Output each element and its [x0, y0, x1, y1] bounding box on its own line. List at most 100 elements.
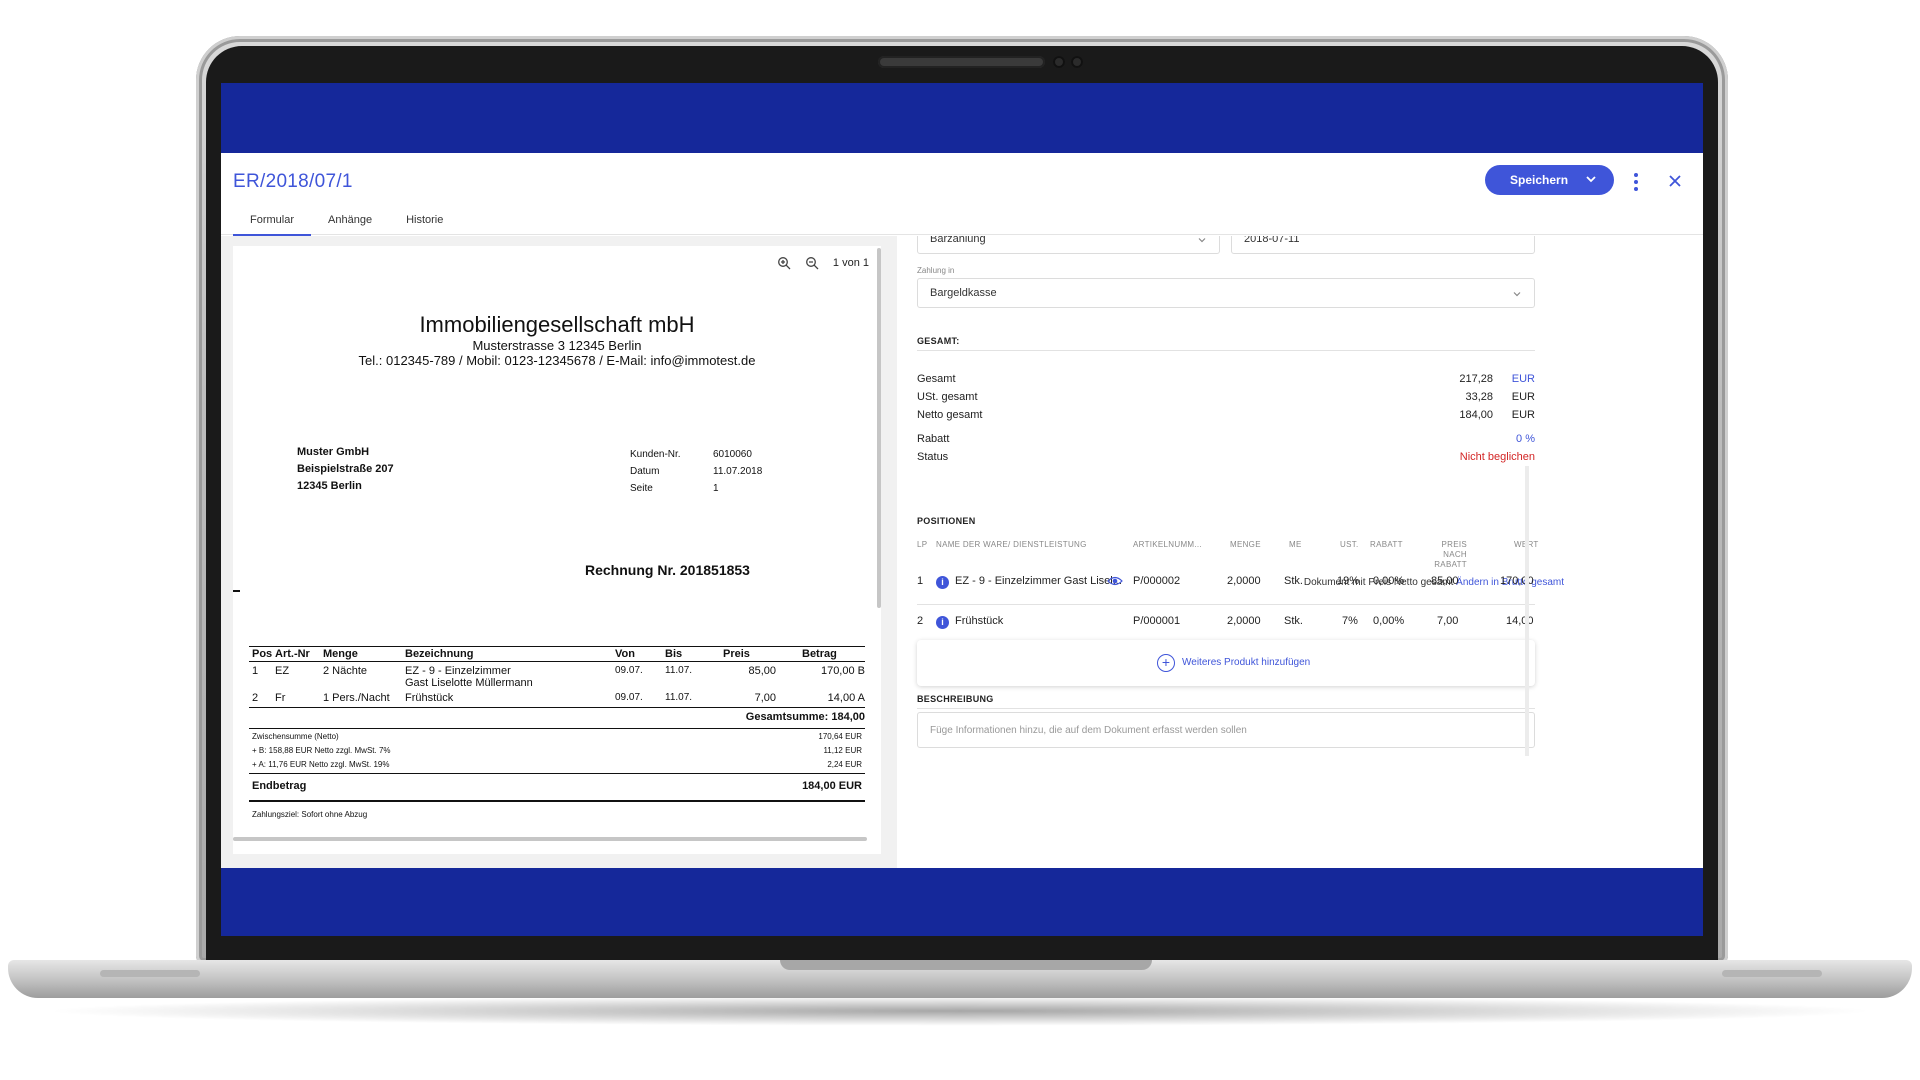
cell-pos: 1: [252, 665, 259, 677]
pos-lp: 1: [917, 575, 924, 587]
subtotal-value: 11,12 EUR: [823, 746, 862, 755]
col-header: Betrag: [802, 648, 837, 660]
col-header: Art.-Nr: [275, 648, 310, 660]
pos-name[interactable]: Frühstück: [955, 615, 1003, 627]
pos-me: Stk.: [1284, 615, 1303, 627]
pos-lp: 2: [917, 615, 924, 627]
subtotal-label: + A: 11,76 EUR Netto zzgl. MwSt. 19%: [252, 760, 390, 769]
camera-bar: [878, 56, 1045, 68]
meta-label: Datum: [630, 466, 660, 477]
endbetrag-row: Endbetrag 184,00 EUR: [249, 773, 865, 802]
subtotal-value: 170,64 EUR: [818, 732, 862, 741]
total-label: Gesamt: [917, 373, 956, 385]
payment-method-select[interactable]: Barzahlung: [917, 236, 1220, 254]
company-address: Musterstrasse 3 12345 Berlin: [472, 338, 642, 353]
info-icon[interactable]: i: [936, 576, 949, 589]
form-scrollbar[interactable]: [1525, 466, 1529, 756]
camera-dot: [1053, 56, 1065, 68]
col-header: Pos: [252, 648, 273, 660]
chevron-down-icon: [1198, 238, 1206, 243]
cell-bis: 11.07.: [665, 692, 693, 703]
endbetrag-label: Endbetrag: [252, 780, 307, 792]
beschreibung-textarea[interactable]: Füge Informationen hinzu, die auf dem Do…: [917, 712, 1535, 748]
zahlung-in-value: Bargeldkasse: [930, 287, 997, 299]
company-contact: Tel.: 012345-789 / Mobil: 0123-12345678 …: [358, 353, 756, 368]
currency-selector[interactable]: EUR: [1512, 373, 1535, 385]
rabatt-value[interactable]: 0 %: [1516, 433, 1535, 445]
total-value: 217,28: [1459, 373, 1493, 385]
endbetrag-value: 184,00 EUR: [802, 780, 862, 792]
pos-col-preis-nach-line: RABATT: [1434, 560, 1467, 569]
close-icon[interactable]: [1665, 171, 1685, 191]
camera-dot: [1071, 56, 1083, 68]
laptop-base-notch: [780, 960, 1152, 970]
bottom-app-band: [221, 868, 1703, 936]
total-row: Netto gesamt 184,00 EUR: [917, 409, 1535, 421]
subtotal-label: Zwischensumme (Netto): [252, 732, 339, 741]
tab-anhaenge[interactable]: Anhänge: [311, 209, 389, 237]
tab-formular[interactable]: Formular: [233, 209, 312, 237]
document-number: ER/2018/07/1: [233, 171, 353, 192]
table-row: 2 Fr 1 Pers./Nacht Frühstück 09.07. 11.0…: [249, 689, 865, 705]
pdf-viewer: 1 von 1 Immobiliengesellschaft mbH Muste…: [221, 236, 897, 868]
pdf-vertical-scrollbar[interactable]: [877, 248, 881, 608]
info-icon[interactable]: i: [936, 616, 949, 629]
col-header: Bezeichnung: [405, 648, 474, 660]
currency-label: EUR: [1511, 391, 1535, 403]
recipient-address: Muster GmbH Beispielstraße 207 12345 Ber…: [297, 444, 394, 495]
pos-col-name: NAME DER WARE/ DIENSTLEISTUNG: [936, 540, 1087, 549]
add-product-button[interactable]: + Weiteres Produkt hinzufügen: [917, 640, 1535, 686]
pos-me: Stk.: [1284, 575, 1303, 587]
pdf-horizontal-scrollbar[interactable]: [233, 837, 867, 841]
currency-label: EUR: [1511, 409, 1535, 421]
subtotal-row: + A: 11,76 EUR Netto zzgl. MwSt. 19% 2,24…: [249, 757, 865, 771]
zoom-in-icon[interactable]: [777, 256, 791, 270]
pos-menge: 2,0000: [1227, 575, 1261, 587]
zahlung-in-select[interactable]: Bargeldkasse: [917, 278, 1535, 308]
col-header: Menge: [323, 648, 358, 660]
zoom-out-icon[interactable]: [805, 256, 819, 270]
pos-ust: 7%: [1342, 615, 1358, 627]
subtotal-value: 2,24 EUR: [827, 760, 862, 769]
meta-label: Seite: [630, 483, 653, 494]
pos-col-menge: MENGE: [1230, 540, 1261, 549]
subtotals: Zwischensumme (Netto) 170,64 EUR + B: 158…: [249, 728, 865, 771]
cell-von: 09.07.: [615, 665, 643, 676]
tab-historie[interactable]: Historie: [389, 209, 460, 237]
chevron-down-icon[interactable]: [1584, 172, 1598, 186]
pos-artikel: P/000001: [1133, 615, 1181, 627]
gesamtsumme: Gesamtsumme: 184,00: [249, 707, 865, 726]
cell-bez-line: Gast Liselotte Müllermann: [405, 677, 533, 689]
table-row: 1 EZ 2 Nächte EZ - 9 - Einzelzimmer Gast …: [249, 662, 865, 689]
pos-artikel: P/000002: [1133, 575, 1181, 587]
recipient-line: 12345 Berlin: [297, 480, 362, 492]
pos-wert: 14,00: [1506, 615, 1534, 627]
payment-date-field[interactable]: 2018-07-11: [1231, 236, 1535, 254]
cell-betrag: 170,00 B: [820, 665, 865, 677]
subtotal-row: + B: 158,88 EUR Netto zzgl. MwSt. 7% 11,1…: [249, 743, 865, 757]
status-label: Status: [917, 451, 949, 463]
meta-value: 6010060: [713, 449, 752, 460]
meta-label: Kunden-Nr.: [630, 449, 681, 460]
invoice-table-header: Pos Art.-Nr Menge Bezeichnung Von Bis Pr…: [249, 646, 865, 662]
meta-value: 1: [713, 483, 719, 494]
more-options-icon[interactable]: [1629, 171, 1643, 193]
pos-name[interactable]: EZ - 9 - Einzelzimmer Gast Lisel...: [955, 575, 1122, 587]
eye-icon[interactable]: [1107, 574, 1123, 588]
status-row: Status Nicht beglichen: [917, 451, 1535, 463]
pos-col-ust: UST.: [1340, 540, 1359, 549]
pos-preis: 7,00: [1437, 615, 1459, 627]
tab-bar: Formular Anhänge Historie: [233, 209, 460, 237]
laptop-shadow: [40, 996, 1880, 1026]
pos-col-artikel: ARTIKELNUMM...: [1133, 540, 1202, 549]
pos-ust: 19%: [1337, 575, 1360, 587]
save-button[interactable]: Speichern: [1485, 165, 1614, 195]
rabatt-row: Rabatt 0 %: [917, 433, 1535, 445]
fold-mark: [233, 590, 240, 592]
pdf-toolbar: 1 von 1: [777, 256, 869, 270]
total-label: USt. gesamt: [917, 391, 978, 403]
payment-terms: Zahlungsziel: Sofort ohne Abzug: [252, 810, 368, 819]
cell-preis: 7,00: [754, 692, 776, 704]
beschreibung-section-title: BESCHREIBUNG: [917, 694, 994, 704]
cell-von: 09.07.: [615, 692, 643, 703]
